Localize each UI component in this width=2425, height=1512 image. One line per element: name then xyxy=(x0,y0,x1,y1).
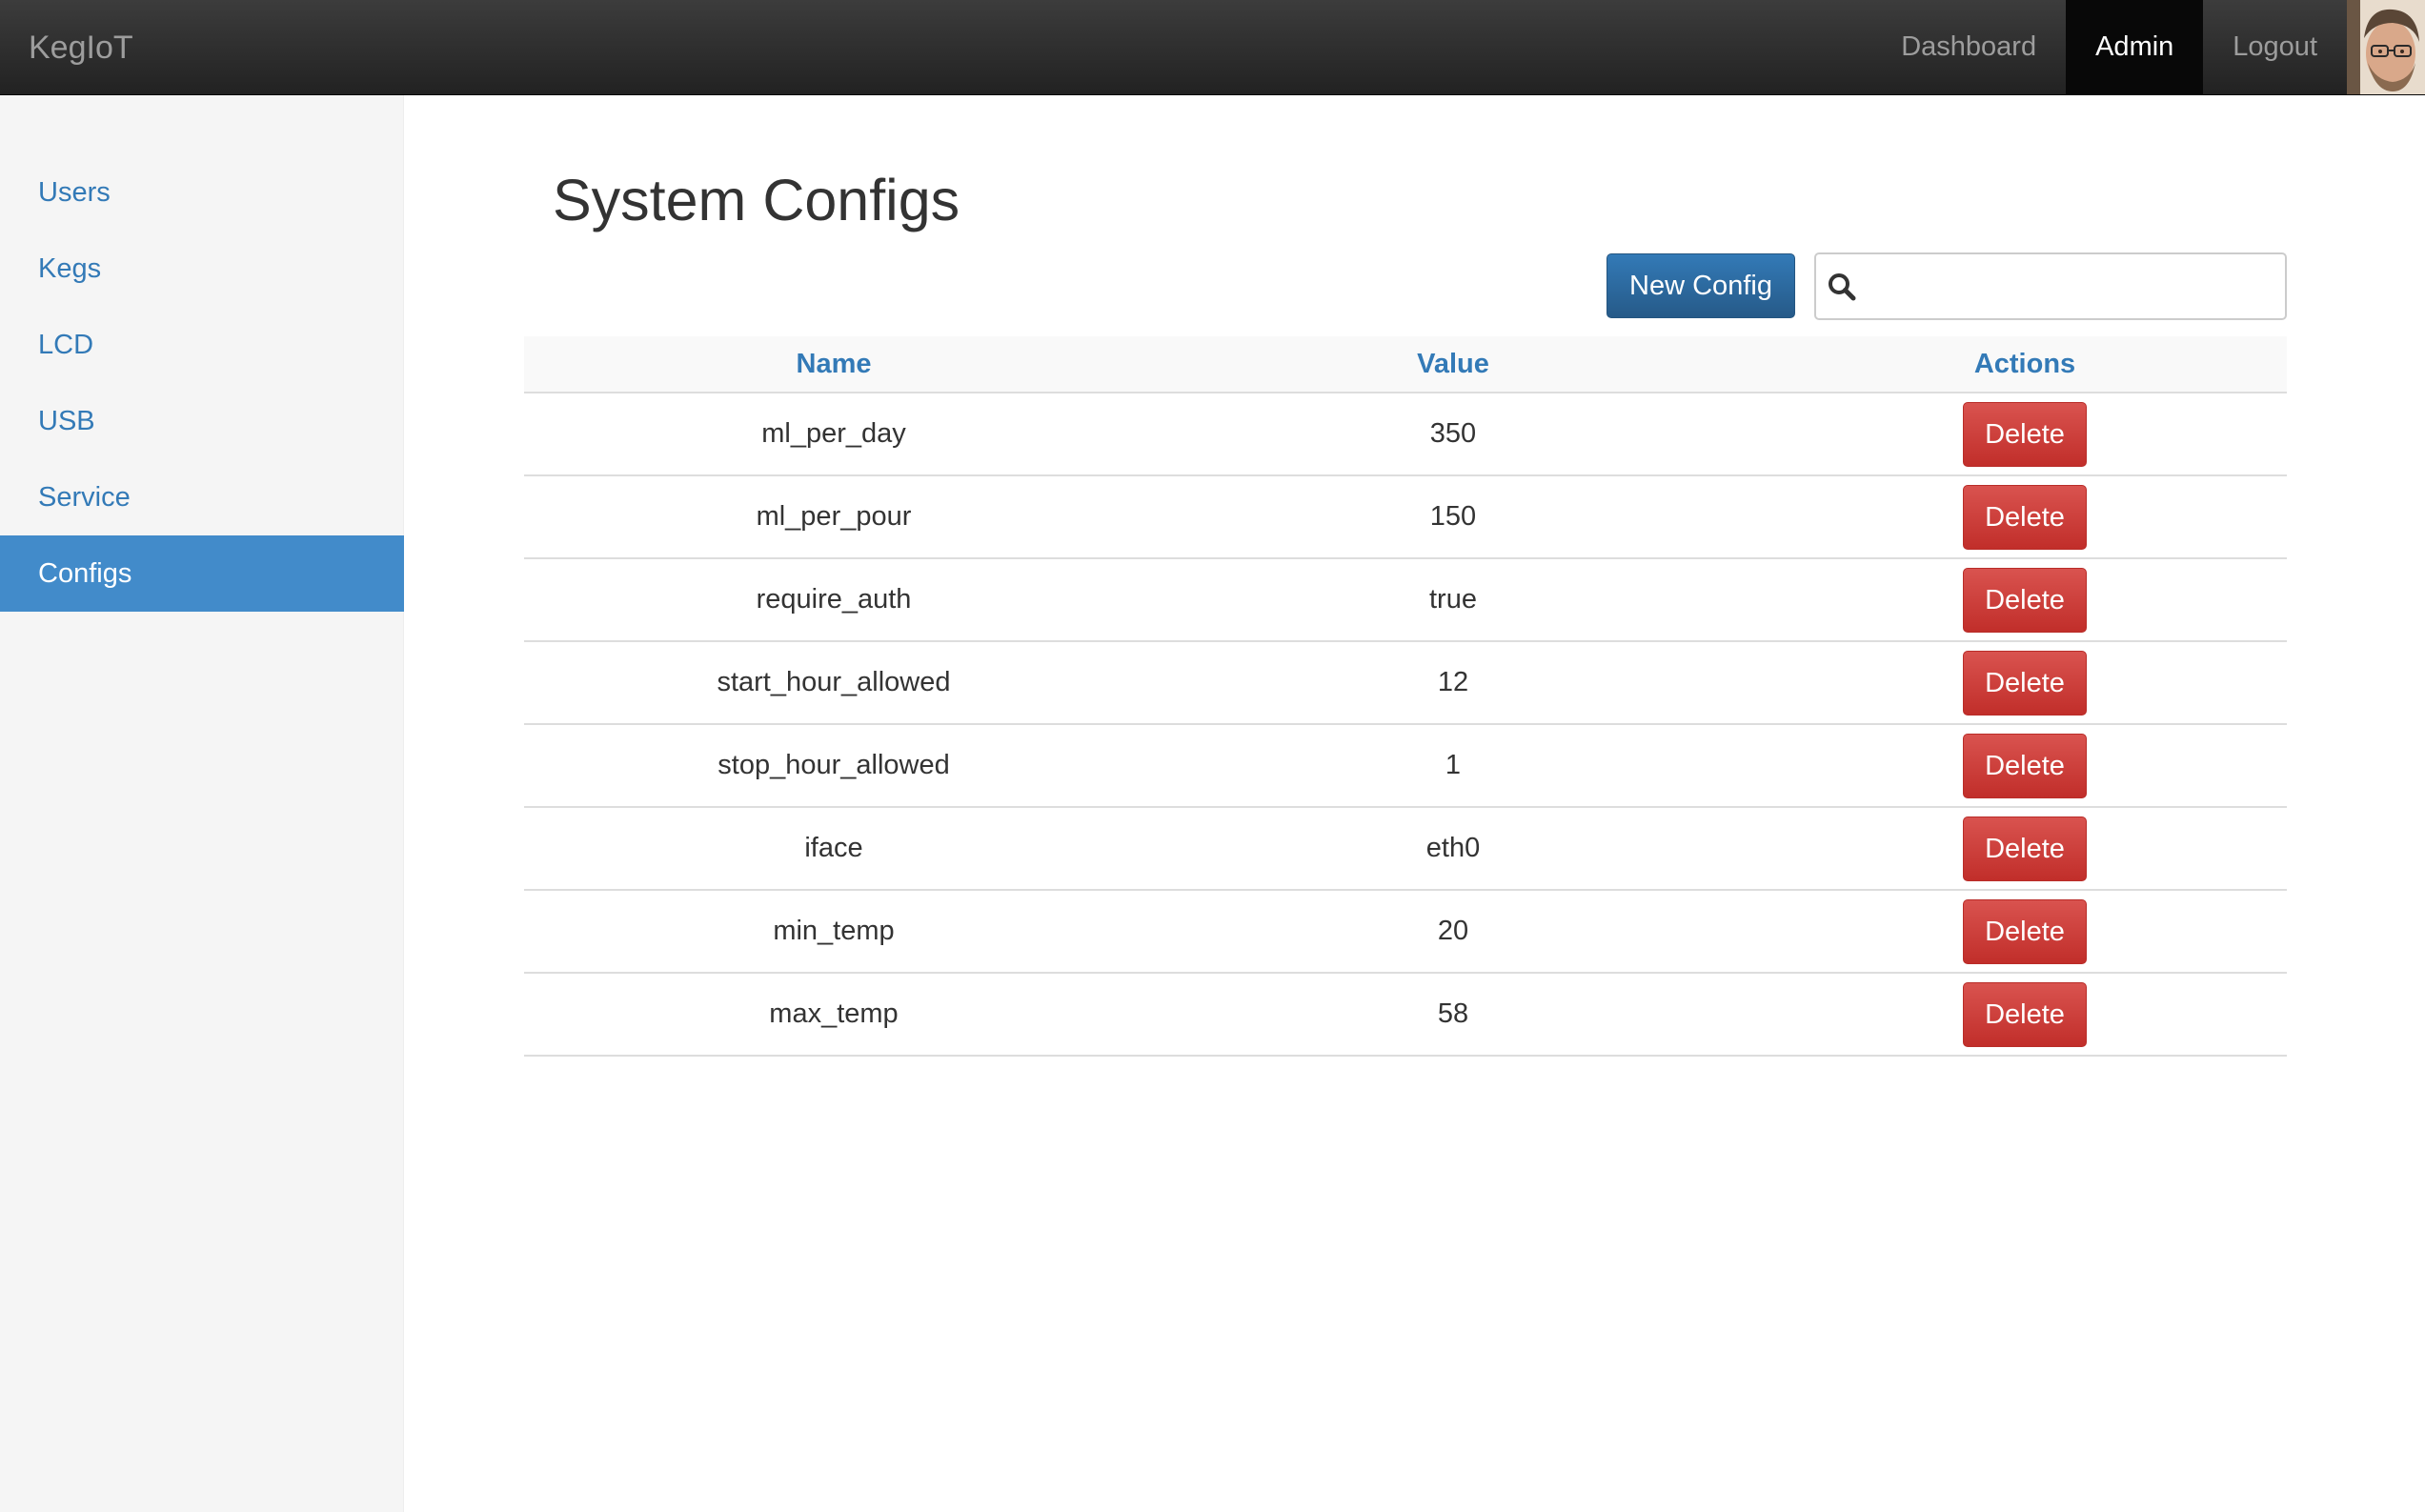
table-row: ml_per_day 350 Delete xyxy=(524,393,2287,476)
delete-button[interactable]: Delete xyxy=(1963,650,2087,716)
delete-button[interactable]: Delete xyxy=(1963,733,2087,798)
delete-button[interactable]: Delete xyxy=(1963,401,2087,467)
actions-cell: Delete xyxy=(1763,724,2287,808)
sidebar-item-configs[interactable]: Configs xyxy=(0,535,404,612)
delete-button[interactable]: Delete xyxy=(1963,567,2087,633)
sidebar-item-usb[interactable]: USB xyxy=(0,383,404,459)
delete-button[interactable]: Delete xyxy=(1963,816,2087,881)
sidebar-item-users[interactable]: Users xyxy=(0,154,404,231)
sidebar: Users Kegs LCD USB Service Configs xyxy=(0,95,404,1512)
actions-cell: Delete xyxy=(1763,890,2287,974)
config-name-cell: start_hour_allowed xyxy=(524,641,1143,725)
config-value-cell: 20 xyxy=(1143,890,1763,974)
config-value-cell: 150 xyxy=(1143,475,1763,559)
table-row: ml_per_pour 150 Delete xyxy=(524,475,2287,559)
table-row: stop_hour_allowed 1 Delete xyxy=(524,724,2287,808)
config-value-cell: true xyxy=(1143,558,1763,642)
actions-cell: Delete xyxy=(1763,641,2287,725)
column-header-value[interactable]: Value xyxy=(1143,336,1763,393)
config-name-cell: ml_per_pour xyxy=(524,475,1143,559)
config-value-cell: 350 xyxy=(1143,393,1763,476)
actions-cell: Delete xyxy=(1763,393,2287,476)
config-value-cell: 12 xyxy=(1143,641,1763,725)
table-row: max_temp 58 Delete xyxy=(524,973,2287,1057)
new-config-button[interactable]: New Config xyxy=(1607,253,1795,318)
nav-links: Dashboard Admin Logout xyxy=(1871,0,2347,94)
search-icon xyxy=(1827,272,1857,302)
top-navbar: KegIoT Dashboard Admin Logout xyxy=(0,0,2425,95)
actions-cell: Delete xyxy=(1763,807,2287,891)
search-box[interactable] xyxy=(1814,252,2287,320)
nav-logout-link[interactable]: Logout xyxy=(2203,0,2347,94)
table-row: min_temp 20 Delete xyxy=(524,890,2287,974)
sidebar-item-kegs[interactable]: Kegs xyxy=(0,231,404,307)
config-name-cell: ml_per_day xyxy=(524,393,1143,476)
configs-table: Name Value Actions ml_per_day 350 Delete… xyxy=(524,336,2287,1057)
column-header-name[interactable]: Name xyxy=(524,336,1143,393)
actions-cell: Delete xyxy=(1763,558,2287,642)
actions-cell: Delete xyxy=(1763,475,2287,559)
sidebar-item-service[interactable]: Service xyxy=(0,459,404,535)
sidebar-item-lcd[interactable]: LCD xyxy=(0,307,404,383)
table-row: iface eth0 Delete xyxy=(524,807,2287,891)
config-name-cell: min_temp xyxy=(524,890,1143,974)
config-value-cell: eth0 xyxy=(1143,807,1763,891)
nav-dashboard-link[interactable]: Dashboard xyxy=(1871,0,2066,94)
table-row: start_hour_allowed 12 Delete xyxy=(524,641,2287,725)
actions-cell: Delete xyxy=(1763,973,2287,1057)
sidebar-nav: Users Kegs LCD USB Service Configs xyxy=(0,154,404,612)
brand-logo[interactable]: KegIoT xyxy=(29,0,133,95)
delete-button[interactable]: Delete xyxy=(1963,898,2087,964)
avatar[interactable] xyxy=(2347,0,2425,94)
config-value-cell: 58 xyxy=(1143,973,1763,1057)
config-value-cell: 1 xyxy=(1143,724,1763,808)
delete-button[interactable]: Delete xyxy=(1963,484,2087,550)
table-header-row: Name Value Actions xyxy=(524,336,2287,393)
config-name-cell: iface xyxy=(524,807,1143,891)
config-name-cell: stop_hour_allowed xyxy=(524,724,1143,808)
table-row: require_auth true Delete xyxy=(524,558,2287,642)
column-header-actions[interactable]: Actions xyxy=(1763,336,2287,393)
page-title: System Configs xyxy=(553,168,960,232)
config-name-cell: max_temp xyxy=(524,973,1143,1057)
search-input[interactable] xyxy=(1868,262,2281,312)
config-name-cell: require_auth xyxy=(524,558,1143,642)
nav-admin-link[interactable]: Admin xyxy=(2066,0,2204,94)
delete-button[interactable]: Delete xyxy=(1963,981,2087,1047)
